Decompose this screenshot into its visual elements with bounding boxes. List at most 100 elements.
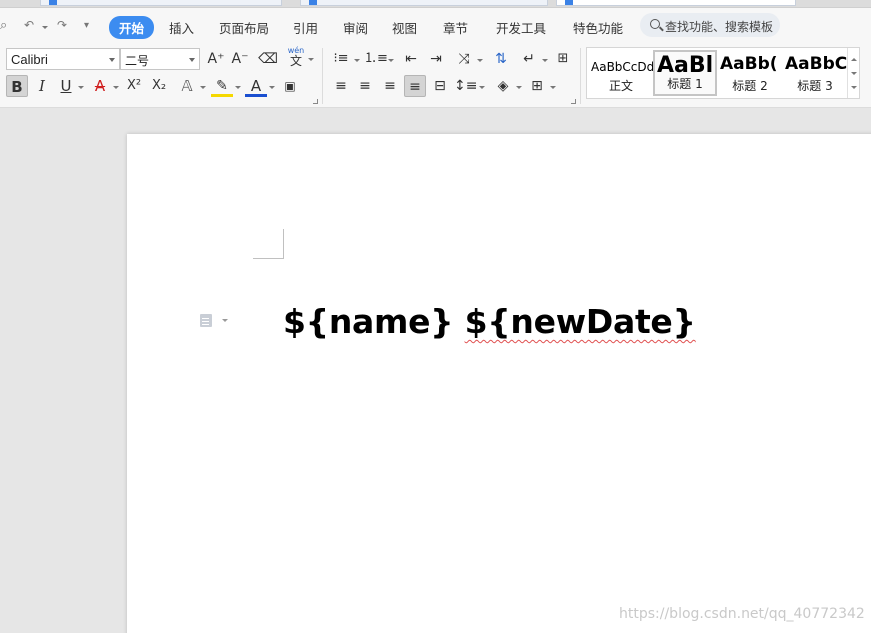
shrink-font-button[interactable]: A⁻ (229, 48, 251, 70)
distributed-align-icon[interactable]: ⊟ (429, 75, 451, 97)
font-name-value: Calibri (11, 52, 48, 67)
search-box[interactable]: 查找功能、搜索模板 (640, 13, 780, 37)
scroll-up-icon[interactable] (851, 58, 857, 61)
tab-insert[interactable]: 插入 (169, 18, 194, 37)
tab-features[interactable]: 特色功能 (573, 18, 623, 37)
doc-icon (309, 0, 317, 5)
template-field-name: ${name} (283, 302, 465, 341)
line-spacing-icon[interactable]: ↕≡ (454, 75, 477, 97)
ribbon-separator (580, 48, 581, 104)
style-preview: AaBbCcDd (591, 60, 653, 74)
show-marks-icon[interactable]: ↵ (518, 48, 540, 70)
search-placeholder: 查找功能、搜索模板 (665, 20, 774, 34)
strikethrough-dropdown-icon[interactable] (113, 86, 119, 89)
underline-dropdown-icon[interactable] (78, 86, 84, 89)
tab-home[interactable]: 开始 (109, 16, 155, 39)
tab-references[interactable]: 引用 (293, 18, 318, 37)
chevron-down-icon (109, 58, 115, 62)
line-spacing-dropdown-icon[interactable] (479, 86, 485, 89)
doc-icon (565, 0, 573, 5)
tab-stops-icon[interactable]: ⊞ (552, 48, 574, 70)
gallery-expand-icon[interactable] (851, 86, 857, 89)
grow-font-button[interactable]: A⁺ (205, 48, 227, 70)
document-tab-active[interactable] (556, 0, 796, 6)
style-label: 标题 3 (797, 79, 833, 93)
chinese-layout-icon[interactable]: ⤨ (453, 48, 475, 70)
borders-dropdown-icon[interactable] (550, 86, 556, 89)
tab-sections[interactable]: 章节 (443, 18, 468, 37)
redo-icon[interactable]: ↷ (57, 18, 67, 32)
text-effect-dropdown-icon[interactable] (200, 86, 206, 89)
shading-dropdown-icon[interactable] (516, 86, 522, 89)
doc-icon (49, 0, 57, 5)
highlight-color-icon[interactable]: ✎ (211, 75, 233, 97)
paragraph-dialog-launcher-icon[interactable] (571, 99, 576, 104)
superscript-button[interactable]: X² (123, 75, 145, 97)
text-effect-icon[interactable]: 𝔸 (176, 75, 198, 97)
sort-icon[interactable]: ⇅ (490, 48, 512, 70)
tab-review[interactable]: 审阅 (343, 18, 368, 37)
ribbon-separator (322, 48, 323, 104)
style-heading-3[interactable]: AaBbC 标题 3 (783, 50, 847, 96)
tab-developer[interactable]: 开发工具 (496, 18, 546, 37)
justify-icon[interactable]: ≡ (404, 75, 426, 97)
increase-indent-icon[interactable]: ⇥ (425, 48, 447, 70)
align-right-icon[interactable]: ≡ (379, 75, 401, 97)
subscript-button[interactable]: X₂ (148, 75, 170, 97)
document-tab[interactable] (40, 0, 282, 6)
menu-bar: ⌕ ↶ ↷ ▾ 开始 插入 页面布局 引用 审阅 视图 章节 开发工具 特色功能… (0, 8, 871, 44)
phonetic-guide-button[interactable]: wén 文 (285, 46, 307, 68)
document-text[interactable]: ${name} ${newDate} (283, 302, 696, 341)
undo-dropdown-icon[interactable] (42, 26, 48, 29)
paragraph-handle-dropdown-icon[interactable] (222, 319, 228, 322)
gallery-scrollbar[interactable] (847, 48, 859, 98)
align-left-icon[interactable]: ≡ (330, 75, 352, 97)
template-field-newdate: ${newDate} (464, 302, 696, 341)
document-page[interactable]: ${name} ${newDate} (127, 134, 871, 633)
underline-button[interactable]: U (55, 75, 77, 97)
document-tab[interactable] (300, 0, 548, 6)
font-color-dropdown-icon[interactable] (269, 86, 275, 89)
document-canvas: ${name} ${newDate} https://blog.csdn.net… (0, 109, 871, 633)
style-normal[interactable]: AaBbCcDd 正文 (589, 50, 653, 96)
font-size-select[interactable]: 二号 (120, 48, 200, 70)
paragraph-handle-icon[interactable] (200, 314, 212, 327)
style-heading-1[interactable]: AaBl 标题 1 (653, 50, 717, 96)
bold-button[interactable]: B (6, 75, 28, 97)
font-color-icon[interactable]: A (245, 75, 267, 97)
print-preview-icon[interactable]: ⌕ (0, 18, 7, 33)
align-center-icon[interactable]: ≡ (354, 75, 376, 97)
scroll-down-icon[interactable] (851, 72, 857, 75)
style-heading-2[interactable]: AaBb( 标题 2 (718, 50, 782, 96)
bullet-dropdown-icon[interactable] (354, 59, 360, 62)
clear-format-icon[interactable]: ⌫ (257, 48, 279, 70)
strikethrough-icon[interactable]: A (89, 75, 111, 97)
style-preview: AaBbC (785, 54, 847, 74)
character-border-icon[interactable]: ▣ (279, 75, 301, 97)
highlight-dropdown-icon[interactable] (235, 86, 241, 89)
style-preview: AaBb( (720, 54, 778, 74)
undo-icon[interactable]: ↶ (24, 18, 34, 32)
tab-view[interactable]: 视图 (392, 18, 417, 37)
shading-icon[interactable]: ◈ (492, 75, 514, 97)
numbered-list-icon[interactable]: ⒈≡ (364, 48, 388, 70)
borders-icon[interactable]: ⊞ (526, 75, 548, 97)
chevron-down-icon (189, 58, 195, 62)
chinese-layout-dropdown-icon[interactable] (477, 59, 483, 62)
show-marks-dropdown-icon[interactable] (542, 59, 548, 62)
bullet-list-icon[interactable]: ⁝≡ (330, 48, 352, 70)
tab-page-layout[interactable]: 页面布局 (219, 18, 269, 37)
search-icon (650, 19, 660, 29)
font-size-value: 二号 (125, 54, 150, 68)
ribbon-home: Calibri 二号 A⁺ A⁻ ⌫ wén 文 B I U A X² X₂ 𝔸 … (0, 44, 871, 108)
page-margin-corner (253, 229, 284, 259)
font-dialog-launcher-icon[interactable] (313, 99, 318, 104)
decrease-indent-icon[interactable]: ⇤ (400, 48, 422, 70)
numbered-dropdown-icon[interactable] (388, 59, 394, 62)
styles-gallery: AaBbCcDd 正文 AaBl 标题 1 AaBb( 标题 2 AaBbC 标… (586, 47, 860, 99)
phonetic-dropdown-icon[interactable] (308, 58, 314, 61)
font-name-select[interactable]: Calibri (6, 48, 120, 70)
customize-toolbar-icon[interactable]: ▾ (84, 20, 89, 31)
watermark: https://blog.csdn.net/qq_40772342 (619, 606, 865, 622)
italic-button[interactable]: I (31, 75, 53, 97)
